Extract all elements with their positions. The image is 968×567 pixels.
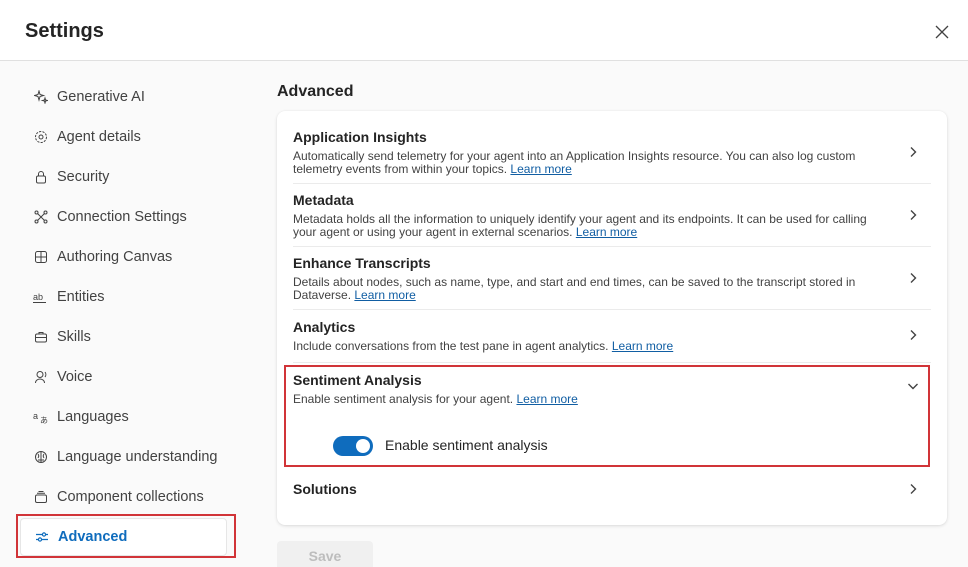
learn-more-link[interactable]: Learn more <box>354 288 415 302</box>
sidebar-item-security[interactable]: Security <box>20 158 227 196</box>
sidebar-item-advanced[interactable]: Advanced <box>20 518 227 556</box>
section-title: Advanced <box>277 83 354 100</box>
sidebar-item-label: Advanced <box>58 529 128 545</box>
setting-row-enhance-transcripts[interactable]: Enhance Transcripts Details about nodes,… <box>293 255 931 310</box>
chevron-right-icon <box>910 330 917 340</box>
sidebar-item-label: Skills <box>57 329 91 345</box>
sidebar-item-label: Languages <box>57 409 129 425</box>
row-description: Enable sentiment analysis for your agent… <box>293 393 883 406</box>
sidebar-item-component-collections[interactable]: Component collections <box>20 478 227 516</box>
translate-icon: aあ <box>33 409 49 425</box>
save-button[interactable]: Save <box>277 541 373 567</box>
chevron-right-icon <box>910 484 917 494</box>
row-title: Solutions <box>293 481 357 497</box>
chevron-right-icon <box>910 147 917 157</box>
settings-header: Settings <box>0 0 968 61</box>
sidebar-item-label: Entities <box>57 289 105 305</box>
setting-row-solutions[interactable]: Solutions <box>293 481 931 511</box>
learn-more-link[interactable]: Learn more <box>576 225 637 239</box>
sidebar-item-authoring-canvas[interactable]: Authoring Canvas <box>20 238 227 276</box>
row-title: Enhance Transcripts <box>293 255 431 271</box>
chevron-right-icon <box>910 273 917 283</box>
briefcase-icon <box>33 329 49 345</box>
voice-icon <box>33 369 49 385</box>
close-button[interactable] <box>930 20 954 44</box>
collection-icon <box>33 489 49 505</box>
row-description-text: Enable sentiment analysis for your agent… <box>293 392 514 406</box>
sidebar-item-label: Language understanding <box>57 449 218 465</box>
close-icon <box>935 25 949 39</box>
expand-button[interactable] <box>905 144 921 160</box>
svg-text:ab: ab <box>33 292 43 302</box>
sidebar-item-language-understanding[interactable]: Language understanding <box>20 438 227 476</box>
expand-button[interactable] <box>905 327 921 343</box>
page-title: Settings <box>25 20 104 42</box>
row-description: Automatically send telemetry for your ag… <box>293 150 883 176</box>
connector-icon <box>33 209 49 225</box>
grid-icon <box>33 249 49 265</box>
sidebar-item-languages[interactable]: aあ Languages <box>20 398 227 436</box>
expand-button[interactable] <box>905 207 921 223</box>
sidebar-item-label: Agent details <box>57 129 141 145</box>
sidebar-item-label: Component collections <box>57 489 204 505</box>
sidebar-item-entities[interactable]: ab Entities <box>20 278 227 316</box>
chevron-down-icon <box>908 383 918 390</box>
advanced-settings-card: Application Insights Automatically send … <box>277 111 947 525</box>
lock-icon <box>33 169 49 185</box>
row-title: Analytics <box>293 319 356 335</box>
toggle-knob <box>356 439 370 453</box>
settings-sidebar: Generative AI Agent details Security Con… <box>0 61 262 567</box>
learn-more-link[interactable]: Learn more <box>612 339 673 353</box>
row-title: Sentiment Analysis <box>293 372 422 388</box>
svg-text:あ: あ <box>40 416 48 424</box>
setting-row-sentiment-analysis[interactable]: Sentiment Analysis Enable sentiment anal… <box>293 372 931 466</box>
row-description: Metadata holds all the information to un… <box>293 213 883 239</box>
sidebar-item-label: Authoring Canvas <box>57 249 173 265</box>
sliders-icon <box>34 529 50 545</box>
sidebar-item-agent-details[interactable]: Agent details <box>20 118 227 156</box>
chevron-right-icon <box>910 210 917 220</box>
collapse-button[interactable] <box>905 378 921 394</box>
sidebar-item-skills[interactable]: Skills <box>20 318 227 356</box>
text-ab-icon: ab <box>33 289 49 305</box>
row-description-text: Automatically send telemetry for your ag… <box>293 149 856 176</box>
row-description-text: Include conversations from the test pane… <box>293 339 609 353</box>
learn-more-link[interactable]: Learn more <box>510 162 571 176</box>
sidebar-item-label: Security <box>57 169 110 185</box>
settings-main: Advanced Application Insights Automatica… <box>262 61 968 567</box>
sidebar-item-connection-settings[interactable]: Connection Settings <box>20 198 227 236</box>
row-description: Details about nodes, such as name, type,… <box>293 276 883 302</box>
expand-button[interactable] <box>905 270 921 286</box>
gear-icon <box>33 129 49 145</box>
row-description: Include conversations from the test pane… <box>293 340 883 353</box>
sidebar-item-voice[interactable]: Voice <box>20 358 227 396</box>
sidebar-item-label: Generative AI <box>57 89 145 105</box>
expand-button[interactable] <box>905 481 921 497</box>
setting-row-analytics[interactable]: Analytics Include conversations from the… <box>293 319 931 363</box>
setting-row-application-insights[interactable]: Application Insights Automatically send … <box>293 129 931 184</box>
brain-icon <box>33 449 49 465</box>
setting-row-metadata[interactable]: Metadata Metadata holds all the informat… <box>293 192 931 247</box>
row-title: Application Insights <box>293 129 427 145</box>
sparkle-icon <box>33 89 49 105</box>
toggle-label: Enable sentiment analysis <box>385 437 548 453</box>
row-title: Metadata <box>293 192 354 208</box>
svg-text:a: a <box>33 411 38 421</box>
learn-more-link[interactable]: Learn more <box>516 392 577 406</box>
sidebar-item-generative-ai[interactable]: Generative AI <box>20 78 227 116</box>
sidebar-item-label: Voice <box>57 369 93 385</box>
sentiment-toggle[interactable] <box>333 436 373 456</box>
sidebar-item-label: Connection Settings <box>57 209 187 225</box>
